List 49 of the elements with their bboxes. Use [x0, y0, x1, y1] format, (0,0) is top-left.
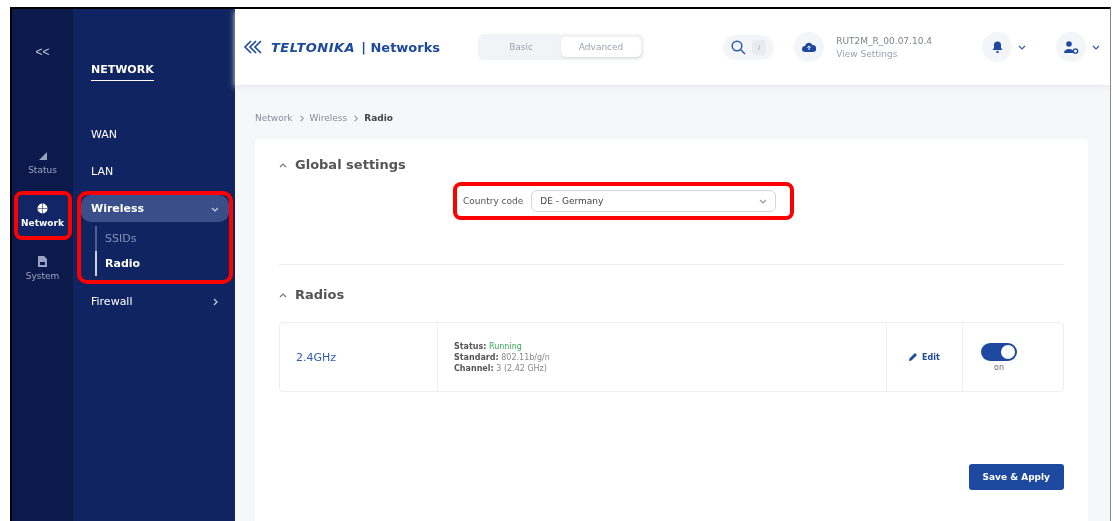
rail-item[interactable]: Status — [13, 139, 72, 187]
chevron-icon — [759, 197, 768, 205]
chevron-icon — [211, 297, 219, 306]
menu-item[interactable]: LAN — [81, 158, 229, 185]
logo-text: TELTONIKA — [271, 39, 356, 55]
notifications-button[interactable] — [982, 32, 1012, 62]
rail-label: Status — [28, 165, 57, 175]
country-select[interactable]: DE - Germany — [531, 190, 777, 212]
shortcut-key: / — [752, 39, 767, 55]
logo-icon — [243, 40, 265, 54]
cloud-button[interactable] — [794, 32, 825, 62]
rail-label: System — [25, 271, 60, 281]
breadcrumb-separator-icon — [352, 114, 360, 122]
menu-item[interactable]: Wireless — [81, 195, 229, 222]
toggle-switch[interactable] — [981, 342, 1017, 361]
logo-subtitle: | Networks — [361, 39, 441, 55]
rail-label: Network — [21, 218, 64, 228]
pencil-icon — [909, 353, 918, 361]
menu-item[interactable]: Firewall — [81, 288, 229, 315]
user-settings-icon — [1063, 40, 1079, 54]
field-label: Country code — [463, 196, 524, 206]
globe-icon — [37, 203, 48, 214]
caret-icon — [1092, 43, 1100, 51]
toggle-label: on — [994, 362, 1004, 372]
menu-title: NETWORK — [91, 63, 154, 81]
document-icon — [38, 256, 47, 267]
breadcrumb-separator-icon — [297, 114, 305, 122]
menu-item[interactable]: WAN — [81, 121, 229, 148]
collapse-button[interactable]: << — [31, 43, 54, 61]
caret-icon — [1018, 43, 1026, 51]
firmware-version: RUT2M_R_00.07.10.4 — [836, 35, 932, 46]
radio-name: 2.4GHz — [296, 350, 337, 364]
radio-detail: Channel: 3 (2.42 GHz) — [454, 363, 548, 373]
submenu-item[interactable]: Radio — [95, 251, 229, 276]
radio-detail: Standard: 802.11b/g/n — [454, 352, 550, 362]
edit-button[interactable]: Edit — [903, 351, 946, 363]
radio-detail: Status: Running — [454, 341, 523, 351]
submenu-item[interactable]: SSIDs — [95, 226, 229, 251]
breadcrumb-item: Radio — [364, 113, 393, 123]
search-icon — [731, 39, 746, 55]
bell-icon — [991, 41, 1003, 53]
rail-item[interactable]: Network — [13, 191, 72, 240]
rail-item[interactable]: System — [13, 244, 72, 293]
cloud-upload-icon — [802, 42, 817, 52]
signal-icon — [37, 151, 48, 161]
save-apply-button[interactable]: Save & Apply — [968, 464, 1064, 490]
user-button[interactable] — [1056, 32, 1086, 62]
section-header[interactable]: Global settings — [279, 157, 1064, 172]
section-header[interactable]: Radios — [279, 287, 1064, 302]
